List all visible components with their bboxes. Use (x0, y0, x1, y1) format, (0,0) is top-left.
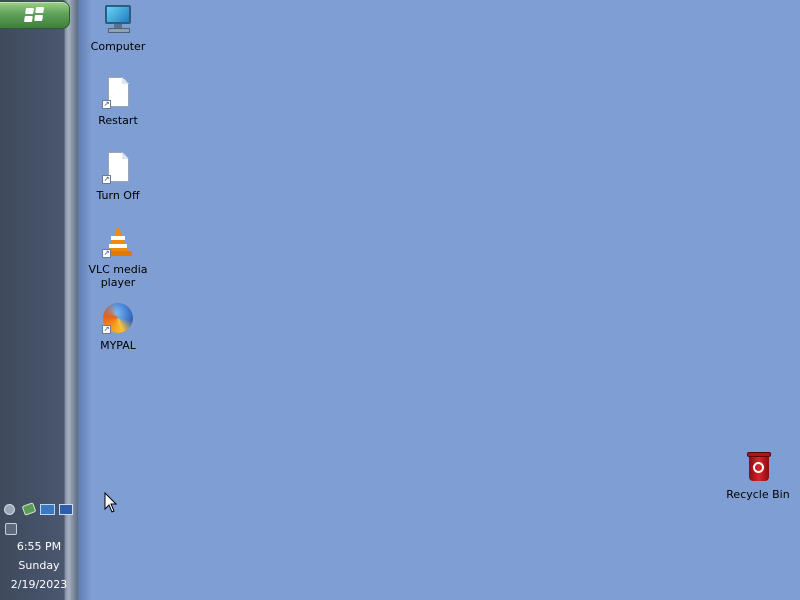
display-icon[interactable] (59, 504, 73, 516)
desktop-icon-label: VLC media player (88, 263, 148, 289)
monitor-icon[interactable] (40, 504, 55, 516)
desktop-icon-restart[interactable]: Restart (80, 77, 156, 127)
computer-icon (102, 3, 134, 35)
system-tray (3, 502, 75, 539)
clock-time[interactable]: 6:55 PM (0, 540, 78, 553)
desktop-icon-computer[interactable]: Computer (80, 3, 156, 53)
desktop-icon-mypal[interactable]: MYPAL (80, 302, 156, 352)
recycle-bin-icon (742, 451, 774, 483)
document-shortcut-icon (102, 152, 134, 184)
desktop-icon-recycle-bin[interactable]: Recycle Bin (720, 451, 796, 501)
desktop-icon-label: Recycle Bin (726, 488, 790, 501)
desktop-icon-label: Computer (90, 40, 146, 53)
mouse-cursor-icon (104, 492, 118, 513)
windows-logo-icon (23, 7, 45, 23)
document-shortcut-icon (102, 77, 134, 109)
browser-icon (102, 302, 134, 334)
clock-date: 2/19/2023 (10, 578, 68, 591)
security-icon[interactable] (21, 502, 37, 516)
taskbar: 6:55 PM Sunday 2/19/2023 (0, 0, 78, 600)
desktop-icon-label: Turn Off (96, 189, 140, 202)
start-button[interactable] (0, 1, 70, 29)
vlc-cone-icon (102, 226, 134, 258)
network-icon[interactable] (4, 503, 17, 515)
clock-day: Sunday (18, 559, 60, 572)
desktop-icon-turn-off[interactable]: Turn Off (80, 152, 156, 202)
desktop-icon-label: MYPAL (100, 339, 136, 352)
desktop-icon-vlc[interactable]: VLC media player (80, 226, 156, 289)
desktop-icon-label: Restart (98, 114, 138, 127)
usb-device-icon[interactable] (5, 523, 18, 535)
